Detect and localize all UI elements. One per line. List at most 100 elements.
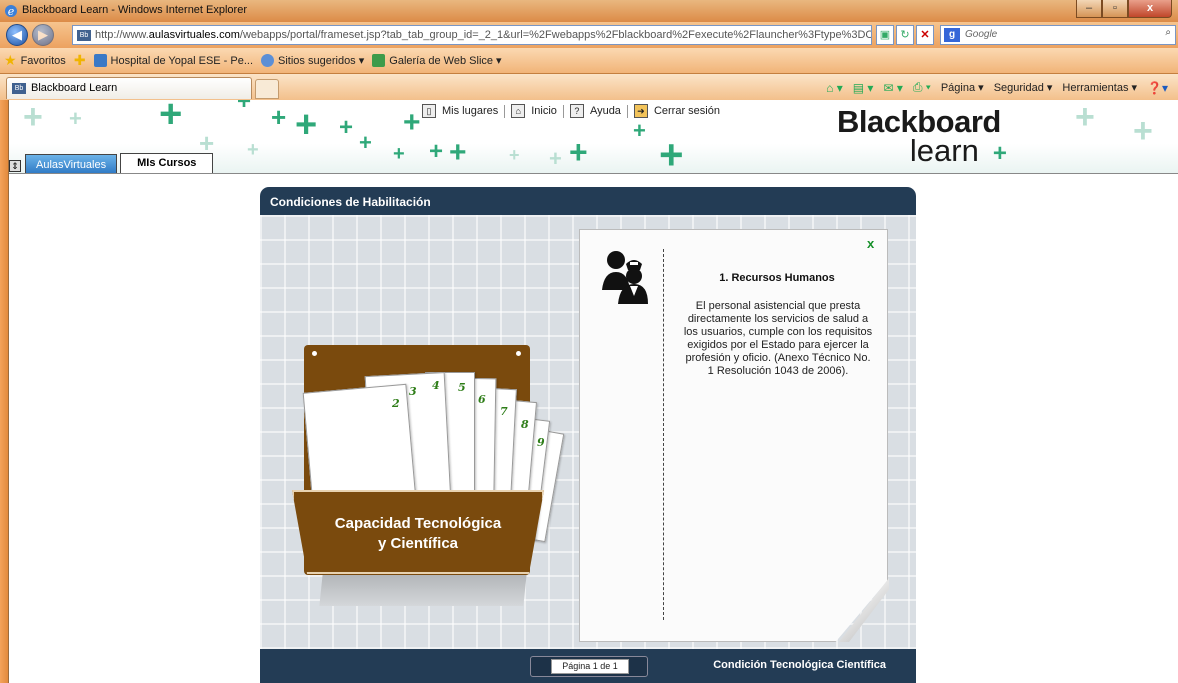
decor-plus-icon: + [403,106,421,139]
folder-title-line-1: Capacidad Tecnológica [334,515,502,532]
maximize-button[interactable]: ▫ [1102,0,1128,18]
star-icon: ★ [4,52,17,68]
feeds-icon[interactable]: ▤ ▾ [853,81,874,95]
browser-tab-label: Blackboard Learn [31,82,118,94]
home-icon[interactable]: ⌂ ▾ [826,81,843,95]
favorite-link-hospital[interactable]: Hospital de Yopal ESE - Pe... [93,54,254,67]
link-help[interactable]: Ayuda [590,105,621,117]
link-home[interactable]: Inicio [531,105,557,117]
favorite-link-suggested-sites[interactable]: Sitios sugeridos ▾ [261,54,364,67]
address-path: /webapps/portal/frameset.jsp?tab_tab_gro… [239,29,871,41]
favorite-link-web-slice[interactable]: Galería de Web Slice ▾ [372,54,502,67]
footer-section-label: Condición Tecnológica Científica [713,659,886,671]
compatibility-view-icon[interactable]: ▣ [876,25,894,45]
refresh-icon[interactable]: ↻ [896,25,914,45]
card-number: 2 [392,397,400,410]
decor-plus-icon: + [449,136,467,169]
divider [562,104,564,118]
address-bar[interactable]: Bb http://www.aulasvirtuales.com/webapps… [72,25,872,45]
command-page[interactable]: Página ▾ [941,81,984,94]
decor-plus-icon: + [509,145,520,165]
tab-mis-cursos[interactable]: MIs Cursos [120,153,214,173]
site-icon [93,54,107,67]
decor-plus-icon: + [339,114,354,141]
close-note-button[interactable]: x [867,236,874,251]
decor-plus-icon: + [1075,100,1095,136]
address-host: aulasvirtuales.com [148,29,240,41]
page-indicator: Página 1 de 1 [551,659,629,674]
link-logout[interactable]: Cerrar sesión [654,105,720,117]
decor-plus-icon: + [359,130,372,155]
favorite-label: Hospital de Yopal ESE - Pe... [110,54,254,67]
pager[interactable]: Página 1 de 1 [530,656,648,677]
close-window-button[interactable]: x [1128,0,1172,18]
add-favorite-icon[interactable]: ✚ [74,52,86,69]
divider [626,104,628,118]
logo-plus-icon: + [992,140,1007,167]
search-placeholder: Google [965,29,998,40]
command-bar: ⌂ ▾ ▤ ▾ ✉ ▾ ⎙ ▾ Página ▾ Seguridad ▾ Her… [826,80,1168,95]
address-toolbar: ◀ ▶ Bb http://www.aulasvirtuales.com/web… [0,22,1178,48]
decor-plus-icon: + [23,100,43,136]
command-security[interactable]: Seguridad ▾ [994,81,1053,94]
logout-icon: ➜ [633,104,648,118]
blackboard-favicon-icon: Bb [12,83,26,94]
site-favicon-icon: Bb [77,30,91,41]
stop-icon[interactable]: ✕ [916,25,934,45]
tab-aulas-virtuales[interactable]: AulasVirtuales [25,154,118,173]
favorite-label: Sitios sugeridos ▾ [278,55,365,67]
link-my-places[interactable]: Mis lugares [442,105,498,117]
mail-icon[interactable]: ✉ ▾ [883,81,902,95]
logo-line-2: learn [909,133,979,168]
decor-plus-icon: + [633,118,646,143]
note-title: 1. Recursos Humanos [719,272,835,284]
internet-explorer-icon: e [5,5,17,18]
svg-text:e: e [8,5,15,18]
browser-tab-blackboard[interactable]: Bb Blackboard Learn [6,77,252,99]
decor-plus-icon: + [237,100,252,115]
decor-plus-icon: + [659,131,684,174]
blackboard-learn-logo: Blackboard learn + [837,106,1007,168]
decor-plus-icon: + [69,106,82,131]
command-tools[interactable]: Herramientas ▾ [1062,81,1137,94]
minimize-button[interactable]: – [1076,0,1102,18]
favorites-button[interactable]: ★ Favoritos [4,52,66,69]
help-icon[interactable]: ❓▾ [1147,81,1168,95]
window-title: Blackboard Learn - Windows Internet Expl… [22,4,247,16]
page-viewport[interactable]: + + + + + + + + + + + + + + + + + + + + … [8,100,1178,683]
new-tab-button[interactable] [255,79,279,99]
folder-shadow [319,574,527,606]
search-icon[interactable]: ⌕ [1165,27,1171,38]
decor-plus-icon: + [271,102,287,132]
card-number: 9 [537,436,545,449]
my-places-icon: ▯ [422,104,436,118]
google-icon: g [944,28,960,42]
help-icon: ? [569,104,584,118]
blackboard-header: + + + + + + + + + + + + + + + + + + + + … [9,100,1178,174]
browser-frame-edge [0,100,8,683]
ie-page-icon [261,54,275,67]
blackboard-tabs: ⇕ AulasVirtuales MIs Cursos [9,153,216,173]
divider [504,104,506,118]
print-icon[interactable]: ⎙ ▾ [913,80,931,95]
card-number: 7 [500,405,508,418]
web-slice-icon [372,54,386,67]
favorites-label: Favoritos [20,54,66,67]
card-number: 8 [521,418,529,431]
decor-plus-icon: + [247,139,259,161]
collapse-frame-icon[interactable]: ⇕ [9,160,21,172]
top-links: ▯ Mis lugares ⌂ Inicio ? Ayuda ➜ Cerrar … [422,104,720,118]
module-title: Condiciones de Habilitación [260,187,916,215]
decor-plus-icon: + [569,134,588,170]
address-prefix: http://www. [95,29,149,41]
forward-button[interactable]: ▶ [32,24,54,46]
window-titlebar: e Blackboard Learn - Windows Internet Ex… [0,0,1178,22]
home-icon: ⌂ [511,104,526,118]
back-button[interactable]: ◀ [6,24,28,46]
browser-tab-row: Bb Blackboard Learn ⌂ ▾ ▤ ▾ ✉ ▾ ⎙ ▾ Pági… [0,74,1178,100]
search-input[interactable]: g Google ⌕ [940,25,1176,45]
folder-title-line-2: y Científica [377,535,459,552]
folder-title: Capacidad Tecnológica y Científica [292,514,544,554]
human-resources-icon [602,251,648,304]
decor-plus-icon: + [1133,112,1153,150]
